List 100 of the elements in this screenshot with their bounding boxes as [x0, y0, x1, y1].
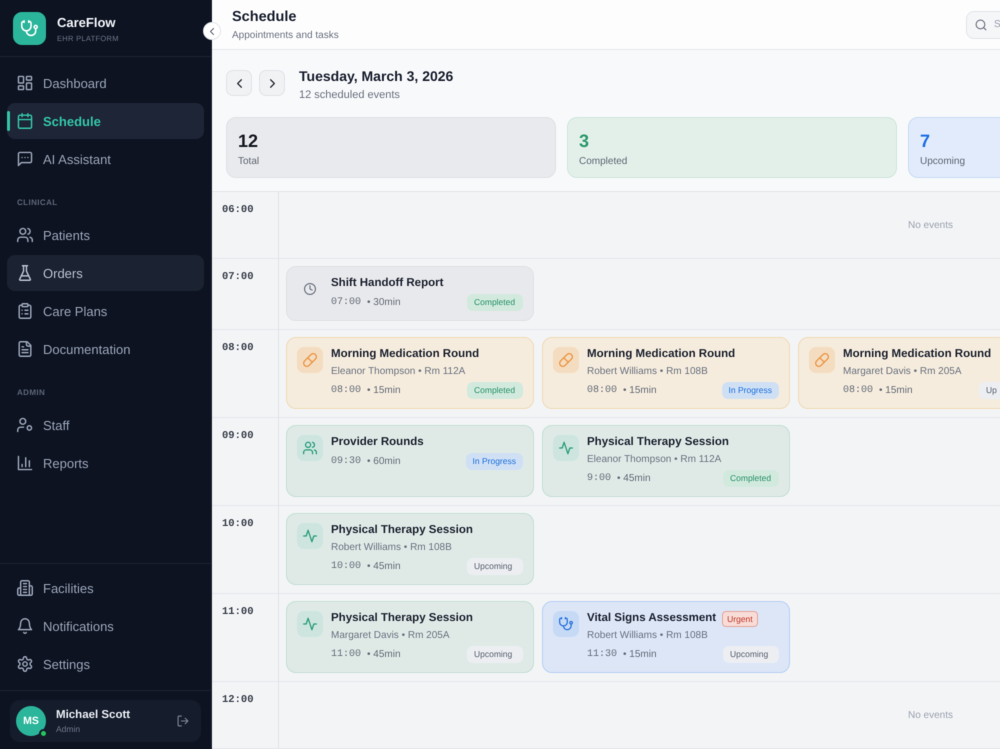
nav-item[interactable]: Schedule — [7, 103, 204, 139]
stethoscope-icon — [553, 611, 579, 637]
event-card[interactable]: Morning Medication Round Robert Williams • Rm 108B 08:00 • 15min In Progress — [542, 337, 790, 409]
status-badge: In Progress — [466, 453, 523, 470]
event-card[interactable]: Morning Medication Round Margaret Davis • Rm 205A 08:00 • 15min Up — [798, 337, 1000, 409]
event-details: Robert Williams • Rm 108B — [587, 629, 709, 643]
chevron-left-icon — [236, 78, 242, 88]
time-label: 08:00 — [212, 330, 279, 417]
empty-message: No events — [908, 710, 954, 720]
event-time: 08:00 — [331, 385, 362, 396]
collapse-button[interactable] — [203, 22, 221, 40]
event-duration: • 15min — [623, 385, 657, 396]
event-card[interactable]: Physical Therapy Session Robert Williams • Rm 108B 10:00 • 45min Upcoming — [286, 513, 534, 585]
flask-icon — [17, 265, 33, 281]
event-title: Morning Medication Round — [587, 347, 736, 362]
clock-icon — [304, 283, 316, 295]
users-icon — [297, 435, 323, 461]
event-time: 11:00 — [331, 649, 362, 660]
nav-item[interactable]: Patients — [7, 217, 204, 253]
event-card[interactable]: Morning Medication Round Eleanor Thompson • Rm 112A 08:00 • 15min Completed — [286, 337, 534, 409]
event-details: Margaret Davis • Rm 205A — [331, 629, 451, 643]
status-badge: In Progress — [722, 382, 779, 399]
logo-icon — [13, 12, 46, 44]
event-card[interactable]: Physical Therapy Session Eleanor Thompson • Rm 112A 9:00 • 45min Completed — [542, 425, 790, 497]
building-icon — [17, 580, 33, 596]
search-icon — [975, 18, 987, 30]
nav-item[interactable]: Settings — [7, 646, 204, 682]
stat-value: 12 — [238, 130, 260, 152]
calendar-icon — [17, 113, 33, 129]
status-badge: Completed — [723, 470, 779, 487]
time-label: 10:00 — [212, 506, 279, 593]
time-label: 07:00 — [212, 259, 279, 329]
page-title: Schedule — [232, 8, 298, 26]
clipboard-icon — [17, 303, 33, 319]
pulse-icon — [297, 611, 323, 637]
avatar: MS — [16, 706, 46, 736]
event-title: Vital Signs Assessment — [587, 611, 716, 626]
event-title: Provider Rounds — [331, 435, 424, 450]
nav-item[interactable]: Notifications — [7, 608, 204, 644]
event-card[interactable]: Vital Signs Assessment Urgent Robert Williams • Rm 108B 11:30 • 15min Upcoming — [542, 601, 790, 673]
pill-icon — [297, 347, 323, 373]
bell-icon — [17, 618, 33, 634]
event-title: Morning Medication Round — [843, 347, 992, 362]
event-duration: • 45min — [367, 649, 401, 660]
status-badge: Upcoming — [467, 646, 523, 663]
user-gear-icon — [17, 417, 33, 433]
user-role: Admin — [56, 724, 82, 734]
status-badge: Completed — [467, 294, 523, 311]
logout-icon[interactable] — [177, 715, 189, 727]
nav-item[interactable]: Reports — [7, 445, 204, 481]
event-title: Morning Medication Round — [331, 347, 480, 362]
chevron-right-icon — [270, 78, 274, 88]
event-card[interactable]: Physical Therapy Session Margaret Davis • Rm 205A 11:00 • 45min Upcoming — [286, 601, 534, 673]
event-details: Eleanor Thompson • Rm 112A — [587, 453, 722, 467]
event-time: 11:30 — [587, 649, 618, 660]
status-badge: Upcoming — [723, 646, 779, 663]
brand-name: CareFlow — [57, 15, 117, 31]
event-title: Shift Handoff Report — [331, 276, 444, 291]
time-label: 11:00 — [212, 594, 279, 681]
stat-label: Completed — [579, 155, 628, 168]
nav-item[interactable]: Facilities — [7, 570, 204, 606]
page-subtitle: Appointments and tasks — [232, 28, 339, 42]
nav-item[interactable]: Staff — [7, 407, 204, 443]
event-time: 07:00 — [331, 297, 362, 308]
nav-item[interactable]: Dashboard — [7, 65, 204, 101]
time-label: 09:00 — [212, 418, 279, 505]
event-duration: • 15min — [367, 385, 401, 396]
pill-icon — [809, 347, 835, 373]
chevron-left-icon — [210, 28, 214, 34]
event-duration: • 45min — [367, 561, 401, 572]
section-label: ADMIN — [16, 387, 46, 399]
event-card[interactable]: Provider Rounds 09:30 • 60min In Progress — [286, 425, 534, 497]
stat-label: Upcoming — [920, 155, 966, 168]
event-card[interactable]: Shift Handoff Report 07:00 • 30min Completed — [286, 266, 534, 321]
event-duration: • 45min — [617, 473, 651, 484]
date-title: Tuesday, March 3, 2026 — [299, 67, 454, 85]
event-duration: • 15min — [623, 649, 657, 660]
urgent-badge: Urgent — [722, 610, 758, 626]
section-label: CLINICAL — [16, 197, 59, 209]
status-badge: Up — [979, 382, 1000, 399]
event-time: 08:00 — [843, 385, 874, 396]
previous-day-button[interactable] — [226, 70, 252, 96]
nav-item[interactable]: Documentation — [7, 331, 204, 367]
time-label: 12:00 — [212, 682, 279, 748]
nav-item[interactable]: Care Plans — [7, 293, 204, 329]
users-icon — [17, 227, 33, 243]
search-field[interactable]: S — [966, 10, 1000, 38]
event-title: Physical Therapy Session — [331, 611, 473, 626]
time-label: 06:00 — [212, 192, 279, 258]
event-time: 10:00 — [331, 561, 362, 572]
event-details: Robert Williams • Rm 108B — [331, 541, 453, 555]
event-title: Physical Therapy Session — [331, 523, 473, 538]
nav-item[interactable]: AI Assistant — [7, 141, 204, 177]
pulse-icon — [553, 435, 579, 461]
event-count: 12 scheduled events — [299, 88, 401, 102]
user-name: Michael Scott — [56, 708, 132, 722]
event-details: Eleanor Thompson • Rm 112A — [331, 365, 466, 379]
nav-item[interactable]: Orders — [7, 255, 204, 291]
pulse-icon — [297, 523, 323, 549]
next-day-button[interactable] — [259, 70, 285, 96]
